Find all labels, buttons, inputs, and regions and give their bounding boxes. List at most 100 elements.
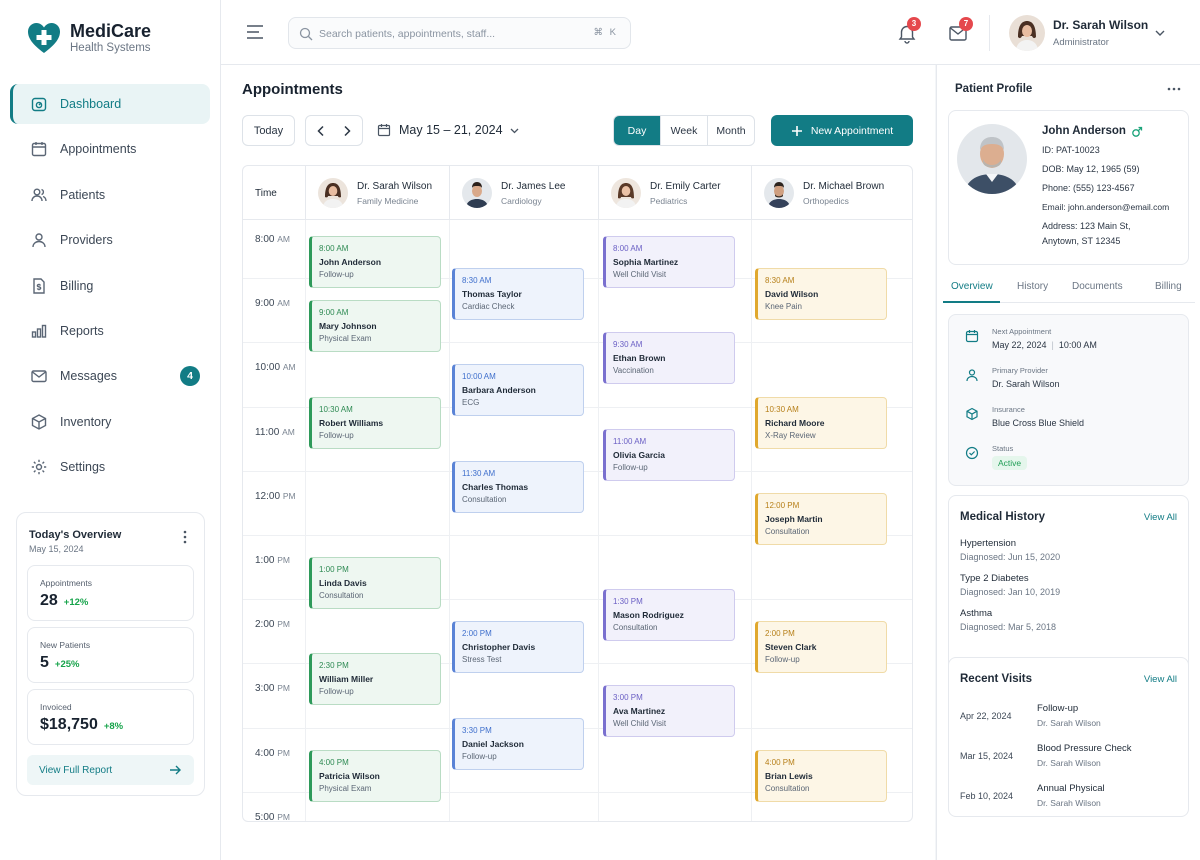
patient-dob: DOB: May 12, 1965 (59) [1042,164,1140,174]
appointment-card[interactable]: 11:00 AM Olivia Garcia Follow-up [603,428,735,481]
appointment-card[interactable]: 1:30 PM Mason Rodriguez Consultation [603,589,735,642]
arrow-right-icon [170,765,181,775]
appointment-patient: John Anderson [319,257,382,267]
appointment-card[interactable]: 10:00 AM Barbara Anderson ECG [452,364,584,417]
date-range-picker[interactable]: May 15 – 21, 2024 [377,123,520,137]
sidebar-nav: Dashboard Appointments Patients Provider… [10,84,210,493]
stat-value: $18,750 [40,716,98,733]
tab-documents[interactable]: Documents [1072,281,1123,292]
view-full-report-link[interactable]: View Full Report [27,755,194,785]
male-icon [1132,126,1143,137]
view-week-button[interactable]: Week [660,116,707,145]
plus-icon [791,125,802,136]
visit-type: Annual Physical [1037,783,1105,794]
appointment-time: 10:30 AM [765,404,799,414]
notifications-badge: 3 [907,17,921,31]
recent-visits-title: Recent Visits [960,673,1033,685]
appointment-card[interactable]: 2:00 PM Steven Clark Follow-up [755,621,887,674]
user-name[interactable]: Dr. Sarah Wilson [1053,18,1148,32]
sidebar-item-providers[interactable]: Providers [10,220,210,260]
appointment-card[interactable]: 10:30 AM Robert Williams Follow-up [309,396,441,449]
recent-visits-view-all[interactable]: View All [1144,674,1177,685]
condition-name: Asthma [960,608,993,619]
user-avatar[interactable] [1009,15,1045,51]
tab-billing[interactable]: Billing [1155,281,1182,292]
appointment-patient: Richard Moore [765,417,825,428]
appointment-time: 11:30 AM [462,468,496,478]
appointment-card[interactable]: 8:00 AM John Anderson Follow-up [309,236,441,288]
chevron-down-icon[interactable] [1153,26,1167,40]
tab-overview[interactable]: Overview [951,281,993,292]
view-day-button[interactable]: Day [614,116,660,145]
view-toggle: Day Week Month [613,115,755,146]
appointment-time: 4:00 PM [319,757,349,767]
insurance-label: Insurance [992,405,1025,414]
appointment-card[interactable]: 3:00 PM Ava Martinez Well Child Visit [603,685,735,738]
search-input[interactable] [319,25,569,43]
sidebar-item-patients[interactable]: Patients [10,175,210,215]
search-bar: ⌘ K [288,17,631,49]
patient-address-line1: Address: 123 Main St, [1042,221,1131,231]
panel-title: Patient Profile [955,83,1033,95]
appointment-patient: Ethan Brown [613,353,666,364]
appointment-card[interactable]: 2:30 PM William Miller Follow-up [309,653,441,706]
appointment-card[interactable]: 3:30 PM Daniel Jackson Follow-up [452,717,584,770]
appointment-card[interactable]: 11:30 AM Charles Thomas Consultation [452,460,584,513]
sidebar-item-appointments[interactable]: Appointments [10,129,210,169]
time-slot-label: 11:00 AM [255,427,295,438]
appointment-card[interactable]: 8:00 AM Sophia Martinez Well Child Visit [603,236,735,288]
appointment-type: Follow-up [319,270,354,279]
appointment-type: Follow-up [765,655,800,665]
appointment-card[interactable]: 10:30 AM Richard Moore X-Ray Review [755,396,887,449]
more-vertical-icon[interactable] [178,529,192,545]
sidebar-item-reports[interactable]: Reports [10,311,210,351]
appointment-patient: Olivia Garcia [613,449,665,460]
appointment-card[interactable]: 8:30 AM Thomas Taylor Cardiac Check [452,268,584,321]
doctor-column-header[interactable]: Dr. Emily Carter Pediatrics [598,166,751,220]
appointment-type: Consultation [765,783,810,793]
appointment-card[interactable]: 9:00 AM Mary Johnson Physical Exam [309,300,441,353]
appointment-patient: David Wilson [765,289,819,300]
chevron-right-icon[interactable] [340,124,354,138]
sidebar-item-inventory[interactable]: Inventory [10,402,210,442]
dashboard-icon [31,97,47,112]
time-slot-ampm: PM [282,490,296,501]
doctor-column-header[interactable]: Dr. James Lee Cardiology [449,166,599,220]
more-horizontal-icon[interactable] [1166,82,1182,96]
sidebar-item-messages[interactable]: Messages 4 [10,356,210,396]
time-slot-label: 9:00 AM [255,298,290,309]
doctor-column-header[interactable]: Dr. Michael Brown Orthopedics [751,166,912,220]
list-item[interactable]: Feb 10, 2024 Annual Physical Dr. Sarah W… [960,783,1180,815]
today-button[interactable]: Today [242,115,295,146]
appointment-card[interactable]: 1:00 PM Linda Davis Consultation [309,557,441,609]
appointment-card[interactable]: 4:00 PM Patricia Wilson Physical Exam [309,749,441,802]
sidebar-item-dashboard[interactable]: Dashboard [10,84,210,124]
condition-diagnosed: Diagnosed: Jan 10, 2019 [960,587,1061,597]
list-item[interactable]: Apr 22, 2024 Follow-up Dr. Sarah Wilson [960,703,1180,735]
new-appointment-button[interactable]: New Appointment [771,115,913,146]
chevron-left-icon[interactable] [314,124,328,138]
appointment-type: Follow-up [319,430,354,440]
view-month-button[interactable]: Month [707,116,754,145]
appointment-card[interactable]: 12:00 PM Joseph Martin Consultation [755,492,887,545]
appointment-time: 3:00 PM [613,693,643,703]
messages-count-badge: 4 [180,366,200,387]
visit-date: Feb 10, 2024 [960,791,1014,801]
overview-title: Today's Overview [29,529,122,541]
appointment-card[interactable]: 4:00 PM Brian Lewis Consultation [755,749,887,802]
doctor-specialty: Cardiology [501,196,542,206]
appointment-card[interactable]: 2:00 PM Christopher Davis Stress Test [452,621,584,674]
doctor-column-header[interactable]: Dr. Sarah Wilson Family Medicine [305,166,448,220]
app-logo[interactable]: MediCare Health Systems [26,20,151,56]
time-slot-ampm: AM [277,298,290,309]
top-bar: ⌘ K 3 7 Dr. Sarah Wilson Administrator [221,0,1200,65]
list-item[interactable]: Mar 15, 2024 Blood Pressure Check Dr. Sa… [960,743,1180,775]
appointment-card[interactable]: 8:30 AM David Wilson Knee Pain [755,268,887,321]
sidebar-item-billing[interactable]: Billing [10,266,210,306]
sidebar-item-settings[interactable]: Settings [10,447,210,487]
medical-history-view-all[interactable]: View All [1144,512,1177,523]
condition-name: Hypertension [960,538,1016,549]
tab-history[interactable]: History [1017,281,1048,292]
appointment-card[interactable]: 9:30 AM Ethan Brown Vaccination [603,332,735,385]
menu-icon[interactable] [245,22,265,42]
